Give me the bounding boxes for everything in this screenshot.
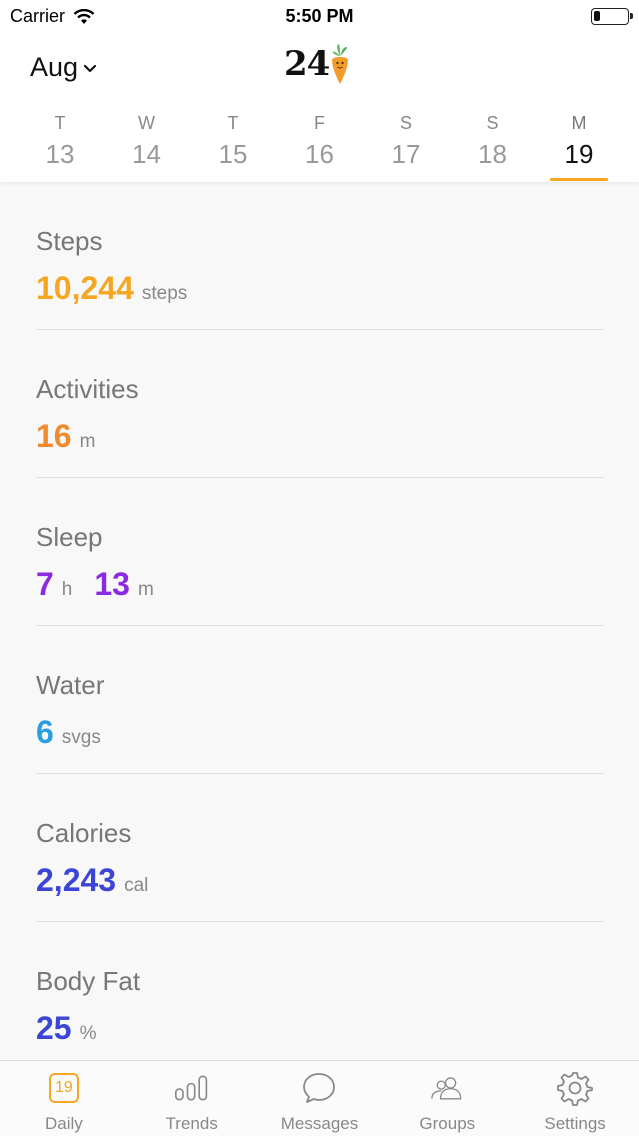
body-fat-card[interactable]: Body Fat 25 % — [36, 922, 604, 1060]
day-16[interactable]: F 16 — [277, 112, 363, 182]
tab-trends[interactable]: Trends — [128, 1061, 256, 1136]
app-logo: 24 — [284, 42, 351, 86]
tab-label: Groups — [419, 1114, 476, 1133]
bar-chart-icon — [174, 1071, 210, 1105]
tab-label: Settings — [544, 1114, 606, 1133]
steps-value: 10,244 — [36, 270, 134, 306]
tab-label: Trends — [165, 1114, 218, 1133]
day-15[interactable]: T 15 — [190, 112, 276, 182]
steps-card[interactable]: Steps 10,244 steps — [36, 182, 604, 330]
day-19-selected[interactable]: M 19 — [536, 112, 622, 182]
metric-value-row: 16 m — [36, 418, 117, 455]
metric-title: Sleep — [36, 522, 103, 552]
day-number: 18 — [478, 139, 507, 169]
month-selector[interactable]: Aug — [30, 52, 97, 83]
calories-value: 2,243 — [36, 862, 117, 898]
water-value: 6 — [36, 714, 54, 750]
battery-icon — [591, 8, 633, 25]
sleep-minutes-unit: m — [137, 579, 154, 600]
chat-bubble-icon — [301, 1071, 337, 1105]
status-bar: Carrier 5:50 PM — [0, 0, 639, 34]
sleep-hours-unit: h — [61, 579, 73, 600]
metric-value-row: 10,244 steps — [36, 270, 209, 307]
logo-text: 24 — [284, 44, 330, 84]
body-fat-value: 25 — [36, 1010, 72, 1046]
tab-groups[interactable]: Groups — [383, 1061, 511, 1136]
day-number: 13 — [45, 139, 75, 169]
day-number: 15 — [218, 139, 248, 169]
day-letter: S — [399, 113, 412, 133]
water-unit: svgs — [61, 727, 101, 748]
metric-title: Steps — [36, 226, 103, 256]
metric-value-row: 7 h 13 m — [36, 566, 176, 603]
day-letter: S — [486, 113, 499, 133]
calendar-icon: 19 — [46, 1071, 82, 1105]
metric-title: Activities — [36, 374, 139, 404]
day-letter: T — [54, 113, 66, 133]
tab-bar: 19 Daily Trends Messages Groups Settings — [0, 1060, 639, 1136]
chevron-down-icon — [83, 64, 97, 73]
day-letter: F — [314, 113, 325, 133]
day-number: 16 — [305, 139, 334, 169]
day-letter: W — [138, 113, 155, 133]
calories-unit: cal — [124, 875, 149, 896]
sleep-card[interactable]: Sleep 7 h 13 m — [36, 478, 604, 626]
metric-value-row: 2,243 cal — [36, 862, 170, 899]
activities-card[interactable]: Activities 16 m — [36, 330, 604, 478]
week-strip: T 13 W 14 T 15 F 16 S 17 S 18 M 19 — [17, 112, 622, 182]
day-13[interactable]: T 13 — [17, 112, 103, 182]
metric-title: Water — [36, 670, 105, 700]
tab-messages[interactable]: Messages — [256, 1061, 384, 1136]
metrics-list[interactable]: Steps 10,244 steps Activities 16 m Sleep… — [0, 182, 639, 1060]
tab-daily[interactable]: 19 Daily — [0, 1061, 128, 1136]
day-letter: M — [571, 113, 587, 133]
sleep-minutes-value: 13 — [94, 566, 130, 602]
tab-label: Daily — [45, 1114, 83, 1133]
body-fat-unit: % — [79, 1023, 97, 1044]
date-header: Aug 24 T 13 W 14 T 15 F 16 S 17 S 18 M 1… — [0, 34, 639, 182]
metric-value-row: 6 svgs — [36, 714, 123, 751]
gear-icon — [557, 1071, 593, 1106]
activities-unit: m — [79, 431, 96, 452]
day-17[interactable]: S 17 — [363, 112, 449, 182]
month-label: Aug — [30, 52, 79, 82]
water-card[interactable]: Water 6 svgs — [36, 626, 604, 774]
steps-unit: steps — [141, 283, 188, 304]
day-18[interactable]: S 18 — [450, 112, 536, 182]
carrot-icon — [332, 44, 349, 84]
battery-level — [594, 11, 600, 21]
day-number: 14 — [132, 139, 161, 169]
day-number: 19 — [564, 139, 594, 169]
calendar-badge: 19 — [48, 1073, 79, 1103]
people-icon — [429, 1071, 465, 1105]
metric-title: Calories — [36, 818, 132, 848]
activities-value: 16 — [36, 418, 72, 454]
tab-settings[interactable]: Settings — [511, 1061, 639, 1136]
day-14[interactable]: W 14 — [104, 112, 190, 182]
metric-value-row: 25 % — [36, 1010, 119, 1047]
day-number: 17 — [391, 139, 421, 169]
metric-title: Body Fat — [36, 966, 141, 996]
status-time: 5:50 PM — [285, 6, 354, 26]
sleep-hours-value: 7 — [36, 566, 54, 602]
day-letter: T — [227, 113, 239, 133]
tab-label: Messages — [280, 1114, 359, 1133]
calories-card[interactable]: Calories 2,243 cal — [36, 774, 604, 922]
